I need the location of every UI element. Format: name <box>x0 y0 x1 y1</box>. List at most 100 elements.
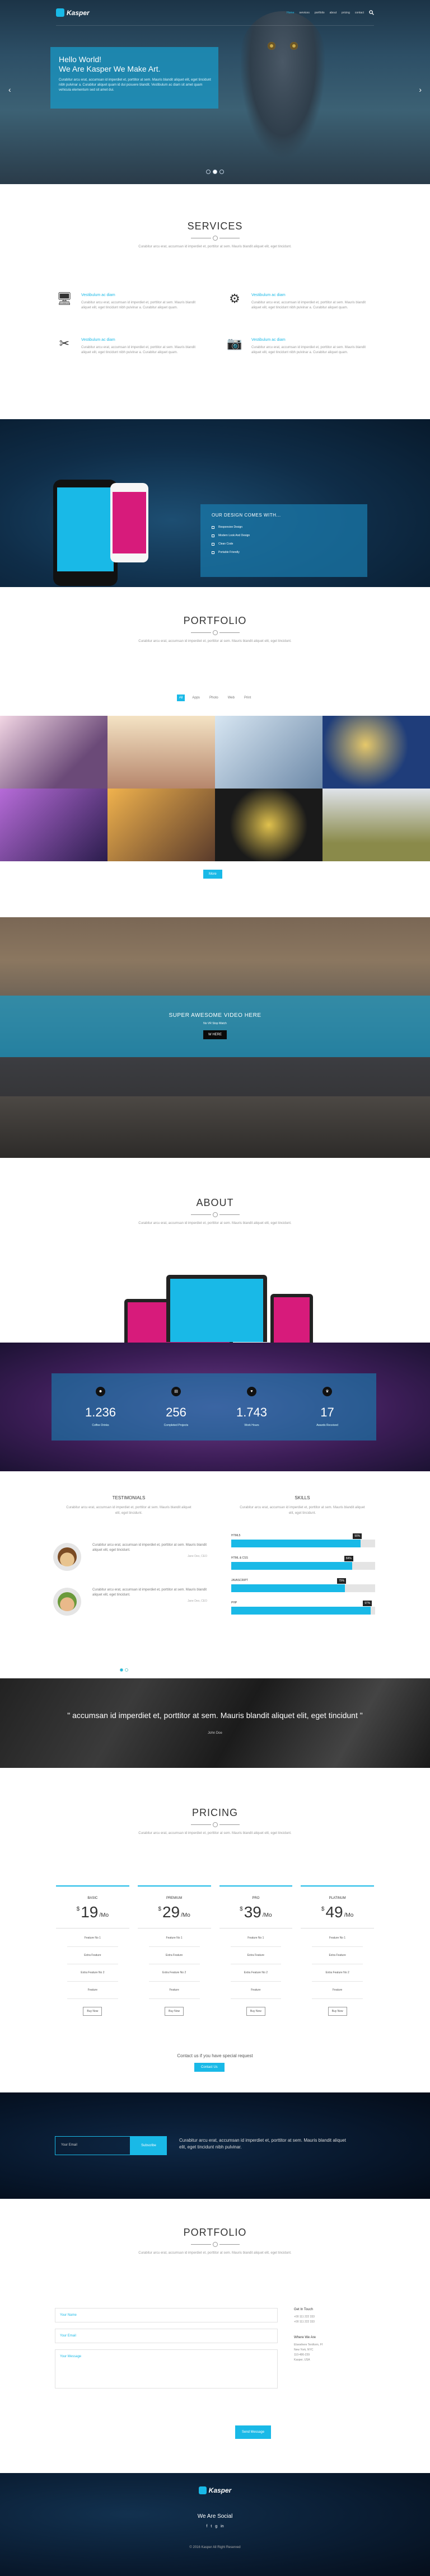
subscribe-email-input[interactable]: Your Email <box>55 2136 130 2155</box>
slider-dots <box>0 170 430 174</box>
stats-box: ☻ 1.236 Coffee Drinks ▤ 256 Completed Project… <box>52 1373 376 1441</box>
google-plus-icon[interactable]: g <box>215 2525 217 2528</box>
filter-web[interactable]: Web <box>226 695 237 701</box>
service-title: Vestibulum ac diam <box>81 293 115 297</box>
special-request-text: Contact us if you have special request <box>177 2053 253 2058</box>
quote-section: " accumsan id imperdiet et, porttitor at… <box>0 1678 430 1768</box>
message-field[interactable]: Your Message <box>55 2349 278 2389</box>
nav-services[interactable]: services <box>299 11 309 15</box>
stats-section: ☻ 1.236 Coffee Drinks ▤ 256 Completed Project… <box>0 1343 430 1471</box>
skill-percent: 90% <box>353 1533 362 1539</box>
buy-now-button[interactable]: Buy Now <box>246 2007 265 2016</box>
logo[interactable]: Kasper <box>56 8 90 17</box>
buy-now-button[interactable]: Buy Now <box>83 2007 102 2016</box>
filter-print[interactable]: Print <box>242 695 253 701</box>
subscribe-text: Curabitur arcu erat, accumsan id imperdi… <box>179 2138 346 2150</box>
portfolio-tile[interactable] <box>322 789 430 861</box>
skill-percent: 97% <box>363 1601 372 1606</box>
plan-feature: Feature <box>169 1988 179 1992</box>
buy-now-button[interactable]: Buy Now <box>328 2007 347 2016</box>
twitter-icon[interactable]: t <box>211 2525 212 2528</box>
buy-now-button[interactable]: Buy Now <box>165 2007 184 2016</box>
plan-feature: Extra Feature <box>84 1954 101 1957</box>
contact-us-button[interactable]: Contact Us <box>194 2063 225 2072</box>
video-button[interactable]: W HERE <box>203 1030 227 1039</box>
avatar <box>53 1588 81 1616</box>
portfolio-tile[interactable] <box>108 789 215 861</box>
service-text: Curabitur arcu erat, accumsan id imperdi… <box>81 301 196 309</box>
portfolio-tile[interactable] <box>0 789 108 861</box>
feature-label: Responsive Design <box>218 525 243 529</box>
more-button[interactable]: More <box>203 870 222 879</box>
subscribe-button[interactable]: Subscribe <box>130 2136 167 2155</box>
portfolio-tile[interactable] <box>322 716 430 789</box>
section-title: About <box>196 1197 234 1208</box>
email-field[interactable]: Your Email <box>55 2329 278 2343</box>
slider-dot-active[interactable] <box>213 170 217 174</box>
filter-photo[interactable]: Photo <box>207 695 221 701</box>
features-box: OUR DESIGN COMES WITH... Responsive Desi… <box>200 504 367 577</box>
nav-portfolio[interactable]: portfolio <box>315 11 325 15</box>
filter-all[interactable]: All <box>176 695 185 701</box>
linkedin-icon[interactable]: in <box>221 2525 223 2528</box>
search-icon[interactable] <box>369 10 374 15</box>
skill-percent: 79% <box>337 1578 347 1584</box>
phone-line: +00 111 222 333 <box>294 2315 315 2319</box>
skill-bar: 79% <box>231 1578 375 1592</box>
video-subtitle: No VR Stop Watch <box>203 1022 227 1025</box>
slider-dot[interactable] <box>206 170 211 174</box>
skill-item: JAVASCRIPT 79% <box>231 1578 375 1592</box>
quote-author: John Doe <box>208 1732 222 1735</box>
camera-icon: 📷 <box>227 336 242 350</box>
pricing-plan-pro: Pro $39/Mo Feature No 1 Extra Feature Extra … <box>219 1885 293 2039</box>
testimonial-dot[interactable] <box>125 1668 128 1672</box>
plan-feature: Feature <box>87 1988 97 1992</box>
avatar <box>53 1543 81 1571</box>
skill-name: PHP <box>231 1601 237 1604</box>
nav-home[interactable]: Home <box>287 11 294 15</box>
facebook-icon[interactable]: f <box>206 2525 207 2528</box>
where-we-are-title: Where We Are <box>294 2336 316 2339</box>
skill-name: JAVASCRIPT <box>231 1579 249 1582</box>
testimonial-author: Jane Deo, CEO <box>187 1599 207 1603</box>
plan-feature: Extra Feature No 2 <box>81 1971 105 1974</box>
slider-prev-arrow[interactable]: ‹ <box>8 85 11 94</box>
address-line: 110-486-239 <box>294 2353 310 2357</box>
filter-apps[interactable]: Apps <box>190 695 202 701</box>
stat-number: 17 <box>320 1405 334 1419</box>
pricing-plan-platinum: Platinum $49/Mo Feature No 1 Extra Feature E… <box>301 1885 374 2039</box>
service-item: 🖥 Vestibulum ac diam Curabitur arcu erat, … <box>56 290 204 311</box>
folder-icon: ▤ <box>171 1387 181 1396</box>
plan-feature: Feature <box>251 1988 261 1992</box>
title-divider <box>0 236 430 241</box>
testimonial-author: Jane Deo, CEO <box>187 1555 207 1558</box>
feature-item: Clean Code <box>212 542 356 546</box>
slider-dot[interactable] <box>219 170 224 174</box>
section-title: Pricing <box>191 1807 238 1818</box>
testimonial-dot-active[interactable] <box>120 1668 123 1672</box>
name-field[interactable]: Your Name <box>55 2308 278 2322</box>
stat-number: 1.743 <box>236 1405 268 1419</box>
slider-next-arrow[interactable]: › <box>419 85 422 94</box>
services-grid: 🖥 Vestibulum ac diam Curabitur arcu erat, … <box>56 290 374 355</box>
plan-feature: Extra Feature No 2 <box>162 1971 186 1974</box>
portfolio-tile[interactable] <box>215 789 322 861</box>
portfolio-tile[interactable] <box>108 716 215 789</box>
plan-feature: Feature No 1 <box>247 1936 264 1940</box>
footer-logo[interactable]: Kasper <box>0 2486 430 2494</box>
testimonials-intro: Curabitur arcu erat, accumsan id imperdi… <box>66 1506 191 1515</box>
plan-price: $19/Mo <box>76 1903 109 1921</box>
nav-pricing[interactable]: pricing <box>342 11 350 15</box>
plan-divider <box>56 1928 129 1929</box>
nav-contact[interactable]: contact <box>355 11 364 15</box>
phone-mockup-white <box>110 483 148 562</box>
portfolio-tile[interactable] <box>215 716 322 789</box>
portfolio-tile[interactable] <box>0 716 108 789</box>
service-item: ⚙ Vestibulum ac diam Curabitur arcu erat, … <box>226 290 374 311</box>
nav-about[interactable]: about <box>330 11 337 15</box>
feature-item: Responsive Design <box>212 525 356 529</box>
send-message-button[interactable]: Send Message <box>235 2425 272 2439</box>
portfolio-grid <box>0 716 430 861</box>
owl-image <box>241 11 325 157</box>
section-intro: Curabitur arcu erat, accumsan id imperdi… <box>138 245 292 248</box>
